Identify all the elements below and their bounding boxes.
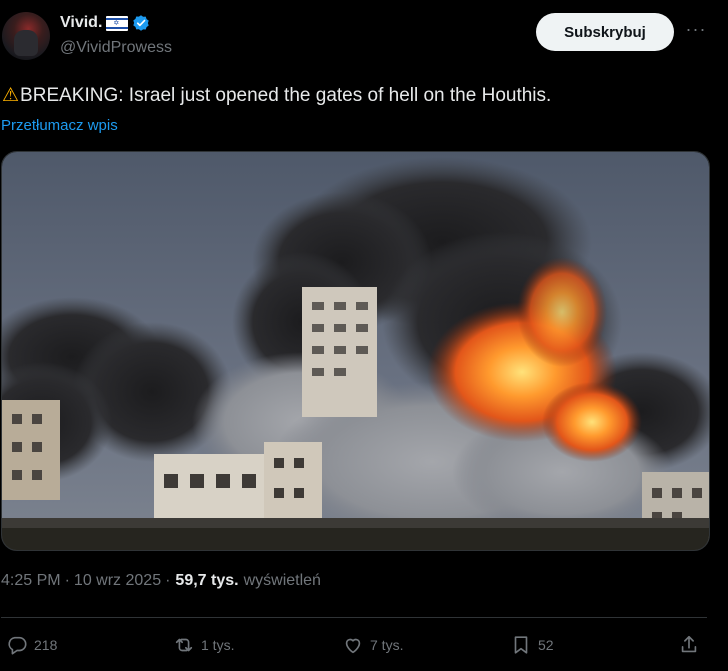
israel-flag-icon: ✡ xyxy=(106,15,129,31)
like-icon xyxy=(345,638,361,654)
views-label: wyświetleń xyxy=(243,572,321,589)
repost-icon xyxy=(175,638,193,652)
tweet-body: BREAKING: Israel just opened the gates o… xyxy=(20,84,552,106)
views-count: 59,7 tys. xyxy=(175,572,239,589)
tweet-date[interactable]: 10 wrz 2025 xyxy=(74,572,161,590)
share-icon xyxy=(681,635,697,653)
bookmark-button[interactable]: 52 xyxy=(510,634,554,656)
subscribe-button[interactable]: Subskrybuj xyxy=(536,13,674,51)
action-bar: 218 1 tys. 7 tys. 52 xyxy=(0,634,728,664)
meta-separator: · xyxy=(165,572,171,589)
tweet-meta: 4:25 PM · 10 wrz 2025 · 59,7 tys. wyświe… xyxy=(1,572,321,590)
share-button[interactable] xyxy=(678,634,700,656)
tweet-header: Vivid. ✡ @VividProwess Subskrybuj ··· xyxy=(0,10,728,64)
avatar[interactable] xyxy=(2,12,50,60)
tweet-text: ⚠ BREAKING: Israel just opened the gates… xyxy=(2,84,551,107)
tweet-image[interactable] xyxy=(1,151,710,551)
more-icon[interactable]: ··· xyxy=(684,20,708,42)
meta-separator: · xyxy=(64,572,70,589)
divider xyxy=(1,617,707,618)
tweet-time[interactable]: 4:25 PM xyxy=(1,572,61,590)
author-handle[interactable]: @VividProwess xyxy=(60,39,172,57)
translate-link[interactable]: Przetłumacz wpis xyxy=(1,117,118,134)
repost-count: 1 tys. xyxy=(201,637,235,653)
explosion-photo xyxy=(2,152,709,550)
warning-icon: ⚠ xyxy=(2,85,20,106)
reply-icon xyxy=(8,636,27,655)
author-display-name[interactable]: Vivid. xyxy=(60,14,102,32)
repost-button[interactable]: 1 tys. xyxy=(173,634,234,656)
like-button[interactable]: 7 tys. xyxy=(342,634,403,656)
reply-button[interactable]: 218 xyxy=(6,634,57,656)
verified-badge-icon xyxy=(133,15,150,31)
author-name-row[interactable]: Vivid. ✡ xyxy=(60,14,150,32)
bookmark-count: 52 xyxy=(538,637,554,653)
reply-count: 218 xyxy=(34,637,58,653)
bookmark-icon xyxy=(514,636,528,654)
like-count: 7 tys. xyxy=(370,637,404,653)
